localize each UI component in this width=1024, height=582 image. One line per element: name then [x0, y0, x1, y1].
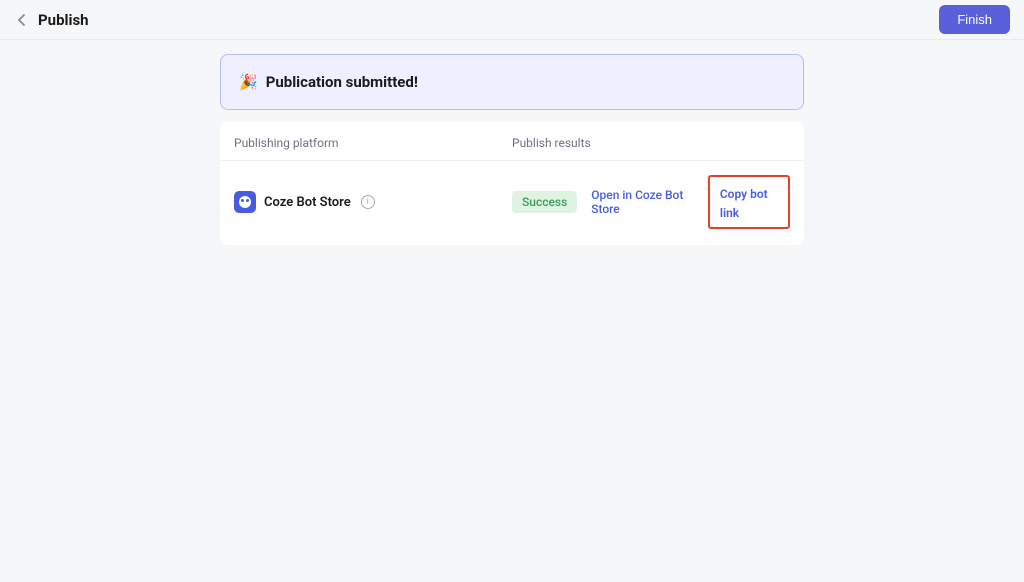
table-row: Coze Bot Store i Success Open in Coze Bo…: [220, 160, 804, 245]
finish-button[interactable]: Finish: [939, 5, 1010, 34]
platform-name: Coze Bot Store: [264, 195, 351, 210]
party-icon: 🎉: [239, 73, 258, 91]
success-banner: 🎉 Publication submitted!: [220, 54, 804, 110]
copy-link-highlight: Copy bot link: [708, 175, 790, 229]
page-header: Publish Finish: [0, 0, 1024, 40]
page-title: Publish: [38, 11, 89, 29]
back-icon[interactable]: [14, 12, 30, 28]
column-header-platform: Publishing platform: [234, 136, 512, 150]
column-header-results: Publish results: [512, 136, 790, 150]
banner-text: Publication submitted!: [266, 73, 418, 91]
coze-bot-store-icon: [234, 191, 256, 213]
header-left: Publish: [14, 11, 89, 29]
publish-results-card: Publishing platform Publish results Coze…: [220, 122, 804, 245]
row-results-cell: Success Open in Coze Bot Store Copy bot …: [512, 175, 790, 229]
open-in-store-link[interactable]: Open in Coze Bot Store: [591, 188, 694, 216]
status-badge: Success: [512, 191, 577, 213]
card-header: Publishing platform Publish results: [220, 122, 804, 160]
row-platform-cell: Coze Bot Store i: [234, 191, 512, 213]
info-icon[interactable]: i: [361, 195, 375, 209]
content-area: 🎉 Publication submitted! Publishing plat…: [220, 40, 804, 245]
copy-bot-link-button[interactable]: Copy bot link: [720, 187, 768, 220]
